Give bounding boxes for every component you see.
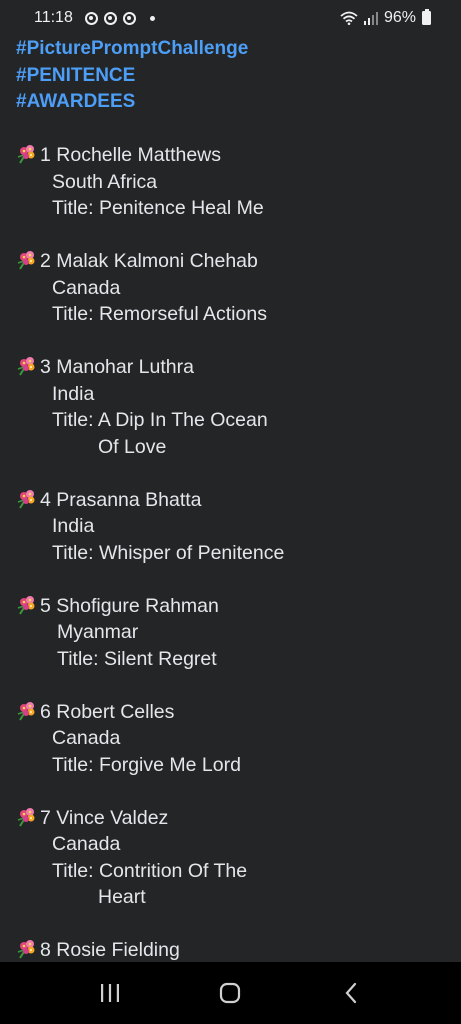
awardee-title-continued: Heart	[98, 886, 146, 908]
awardee-name-line: 1 Rochelle Matthews	[16, 142, 461, 169]
awardee-entry: 6 Robert Celles Canada Title: Forgive Me L…	[16, 699, 461, 779]
awardee-country: Canada	[52, 833, 121, 855]
awardee-title: Title: Whisper of Penitence	[52, 541, 285, 564]
awardee-country: Myanmar	[57, 621, 139, 643]
post-content: #PicturePromptChallenge #PENITENCE #AWAR…	[16, 36, 461, 990]
awardee-name: 1 Rochelle Matthews	[40, 144, 222, 166]
flower-bouquet-icon	[17, 357, 35, 376]
awardee-name-line: 7 Vince Valdez	[16, 805, 461, 832]
flower-bouquet-icon	[17, 701, 35, 721]
back-icon	[345, 982, 356, 1004]
awardee-name-line: 5 Shofigure Rahman	[16, 593, 461, 620]
awardee-country: India	[52, 382, 95, 405]
awardee-name: 4 Prasanna Bhatta	[40, 488, 202, 511]
hashtag-link[interactable]: #PicturePromptChallenge	[16, 36, 461, 63]
awardee-name-line: 8 Rosie Fielding	[16, 937, 461, 964]
awardee-country: South Africa	[52, 170, 158, 193]
awardee-name-line: 6 Robert Celles	[16, 699, 461, 726]
awardee-entry: 3 Manohar Luthra India Title: A Dip In The…	[16, 354, 461, 460]
recents-button[interactable]	[90, 973, 130, 1013]
navigation-bar	[0, 962, 461, 1024]
status-time: 11:18	[34, 9, 73, 26]
screen: 11:18 96% #PicturePromptChallenge #PENIT…	[0, 0, 461, 1024]
hashtag-link[interactable]: #PENITENCE	[16, 63, 461, 90]
home-icon	[220, 982, 241, 1004]
awardee-entry: 4 Prasanna Bhatta India Title: Whisper of …	[16, 487, 461, 567]
awardee-entry: 7 Vince Valdez Canada Title: Contrition Of…	[16, 805, 461, 911]
status-left: 11:18	[34, 9, 155, 27]
awardee-title: Title: Forgive Me Lord	[52, 753, 241, 776]
awardee-entry: 1 Rochelle Matthews South Africa Title: Pe…	[16, 142, 461, 222]
awardee-entry: 5 Shofigure Rahman Myanmar Title: Silent R…	[16, 593, 461, 673]
awardee-country: Canada	[52, 276, 121, 299]
hashtag-link[interactable]: #AWARDEES	[16, 89, 461, 116]
awardee-country: Canada	[52, 727, 121, 749]
flower-bouquet-icon	[17, 940, 35, 959]
awardee-name: 8 Rosie Fielding	[40, 939, 180, 961]
awardee-name-line: 2 Malak Kalmoni Chehab	[16, 248, 461, 275]
awardee-name: 6 Robert Celles	[40, 700, 175, 723]
awardee-title-continued: Of Love	[98, 435, 167, 458]
chrome-notification-icon	[103, 11, 117, 25]
awardee-title: Title: Silent Regret	[57, 647, 217, 670]
awardee-list: 1 Rochelle Matthews South Africa Title: Pe…	[16, 142, 461, 964]
flower-bouquet-icon	[17, 489, 35, 509]
awardee-title: Title: Remorseful Actions	[52, 303, 267, 325]
awardee-name-line: 3 Manohar Luthra	[16, 354, 461, 381]
back-button[interactable]	[331, 973, 371, 1013]
battery-icon	[422, 9, 431, 25]
awardee-name-line: 4 Prasanna Bhatta	[16, 487, 461, 514]
signal-icon	[363, 11, 378, 25]
more-notifications-dot-icon	[149, 15, 155, 21]
chrome-notification-icon	[122, 11, 136, 25]
flower-bouquet-icon	[17, 145, 35, 164]
awardee-name: 3 Manohar Luthra	[40, 356, 194, 378]
awardee-title: Title: Contrition Of The	[52, 859, 248, 882]
awardee-title: Title: Penitence Heal Me	[52, 197, 264, 219]
recents-icon	[101, 984, 120, 1002]
flower-bouquet-icon	[17, 595, 35, 615]
status-bar: 11:18 96%	[0, 0, 461, 36]
wifi-icon	[340, 11, 358, 25]
awardee-name: 5 Shofigure Rahman	[40, 594, 219, 617]
status-right: 96%	[340, 9, 431, 27]
chrome-notification-icon	[84, 11, 98, 25]
flower-bouquet-icon	[17, 251, 35, 270]
awardee-entry: 8 Rosie Fielding	[16, 937, 461, 964]
awardee-title: Title: A Dip In The Ocean	[52, 409, 268, 431]
awardee-entry: 2 Malak Kalmoni Chehab Canada Title: Remor…	[16, 248, 461, 328]
awardee-country: India	[52, 515, 95, 537]
awardee-name: 7 Vince Valdez	[40, 806, 169, 829]
awardee-name: 2 Malak Kalmoni Chehab	[40, 250, 258, 272]
home-button[interactable]	[210, 973, 250, 1013]
flower-bouquet-icon	[17, 807, 35, 827]
battery-percent: 96%	[383, 9, 416, 26]
